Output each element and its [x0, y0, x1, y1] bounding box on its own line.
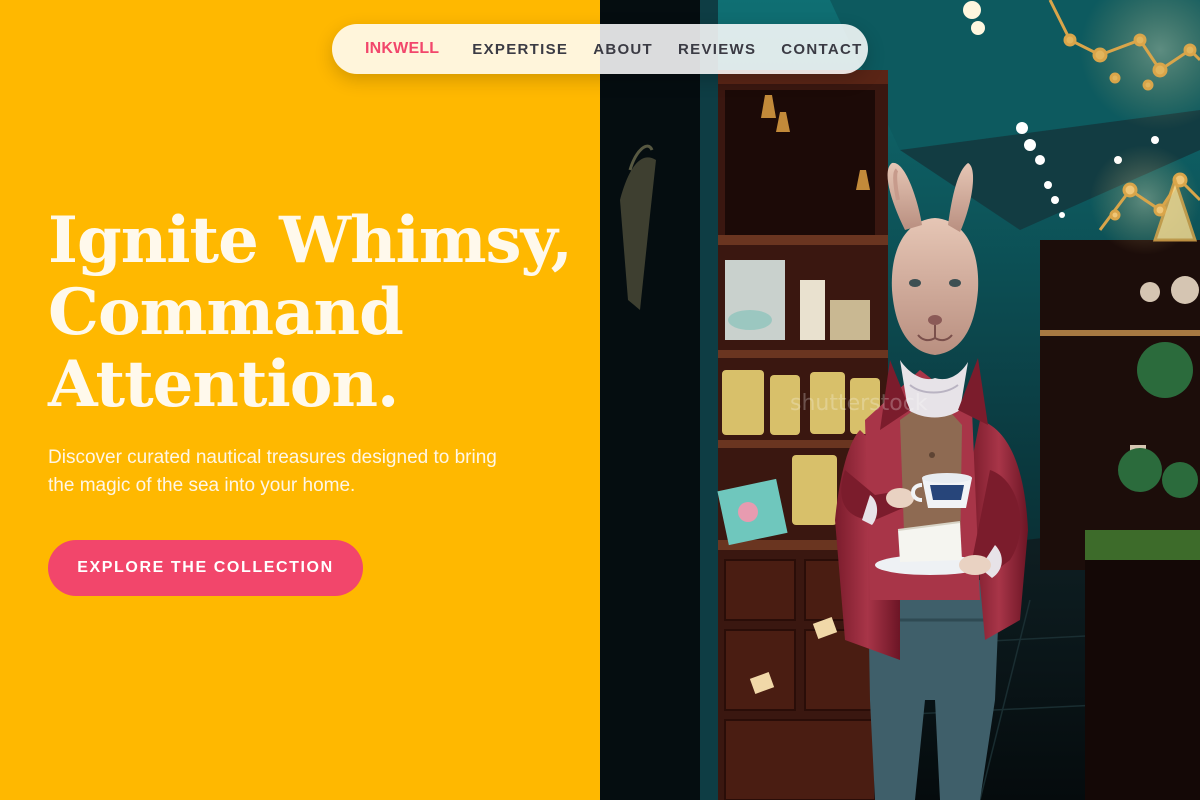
top-nav: INKWELL EXPERTISE ABOUT REVIEWS CONTACT: [332, 24, 868, 74]
hero-title-line-3: Attention.: [48, 347, 399, 422]
svg-text:shutterstock: shutterstock: [790, 391, 928, 416]
nav-link-expertise[interactable]: EXPERTISE: [472, 41, 568, 58]
brand-logo-link[interactable]: INKWELL: [365, 40, 439, 58]
tea-shop-rabbit-photo: shutterstock: [600, 0, 1200, 800]
hero-title-line-1: Ignite Whimsy,: [48, 203, 573, 278]
hero-panel: Ignite Whimsy, Command Attention. Discov…: [0, 0, 600, 800]
page: Ignite Whimsy, Command Attention. Discov…: [0, 0, 1200, 800]
explore-collection-button[interactable]: EXPLORE THE COLLECTION: [48, 540, 363, 596]
nav-link-contact[interactable]: CONTACT: [781, 41, 862, 58]
nav-link-about[interactable]: ABOUT: [593, 41, 653, 58]
nav-link-reviews[interactable]: REVIEWS: [678, 41, 756, 58]
hero-title-line-2: Command: [48, 275, 404, 350]
hero-title: Ignite Whimsy, Command Attention.: [48, 205, 588, 421]
hero-subtitle: Discover curated nautical treasures desi…: [48, 447, 497, 496]
hero-photo: shutterstock: [600, 0, 1200, 800]
